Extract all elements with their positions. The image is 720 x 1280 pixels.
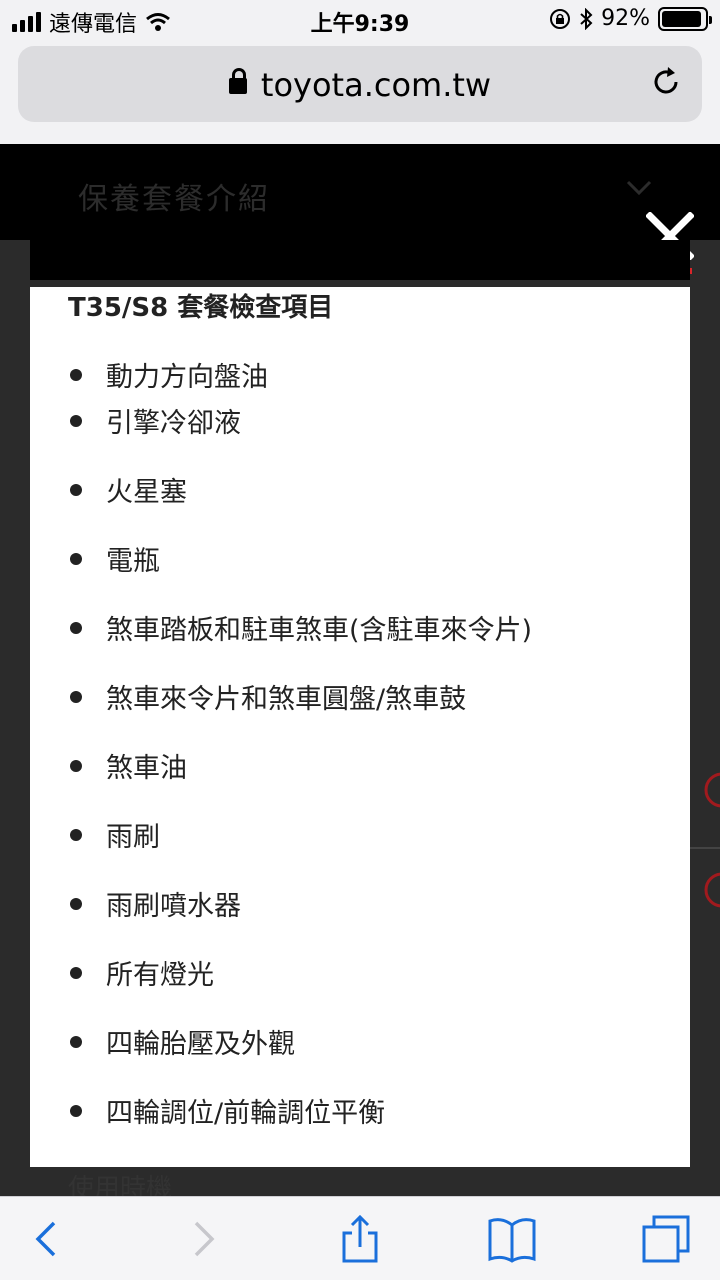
list-item: 煞車踏板和駐車煞車(含駐車來令片) [30, 608, 690, 648]
bullet-icon [70, 1036, 82, 1048]
list-item: 動力方向盤油 [30, 355, 690, 395]
rotation-lock-icon [550, 8, 571, 29]
list-item: 雨刷 [30, 815, 690, 855]
bluetooth-icon [580, 7, 593, 30]
bullet-icon [70, 622, 82, 634]
lock-icon [228, 68, 247, 94]
list-item: 四輪胎壓及外觀 [30, 1022, 690, 1062]
list-item: 煞車來令片和煞車圓盤/煞車鼓 [30, 677, 690, 717]
page-header: 保養套餐介紹 [0, 144, 720, 240]
tabs-icon[interactable] [640, 1213, 692, 1265]
bullet-icon [70, 415, 82, 427]
list-item: 電瓶 [30, 539, 690, 579]
list-item: 引擎冷卻液 [30, 401, 690, 441]
modal-top-bar [30, 240, 690, 280]
bullet-icon [70, 369, 82, 381]
url-display[interactable]: toyota.com.tw [18, 66, 702, 104]
url-text: toyota.com.tw [260, 66, 492, 104]
bullet-icon [70, 967, 82, 979]
modal-heading: T35/S8 套餐檢查項目 [68, 293, 334, 323]
bullet-icon [70, 829, 82, 841]
battery-percent: 92% [601, 6, 650, 31]
address-bar[interactable]: toyota.com.tw [18, 46, 702, 122]
bookmarks-icon[interactable] [486, 1213, 538, 1265]
bullet-icon [70, 1105, 82, 1117]
status-bar: 遠傳電信 上午9:39 92% [0, 0, 720, 40]
list-item: 雨刷噴水器 [30, 884, 690, 924]
list-item: 火星塞 [30, 470, 690, 510]
reload-icon[interactable] [648, 64, 684, 100]
share-icon[interactable] [334, 1213, 386, 1265]
section-title: 保養套餐介紹 [78, 182, 270, 217]
chevron-down-icon [626, 180, 652, 196]
bullet-icon [70, 691, 82, 703]
list-item: 四輪調位/前輪調位平衡 [30, 1091, 690, 1131]
list-item: 煞車油 [30, 746, 690, 786]
bullet-icon [70, 898, 82, 910]
browser-chrome: toyota.com.tw [0, 40, 720, 144]
browser-toolbar [0, 1196, 720, 1280]
forward-icon[interactable] [176, 1213, 228, 1265]
battery-icon [658, 6, 712, 31]
back-icon[interactable] [22, 1213, 74, 1265]
modal-dialog: T35/S8 套餐檢查項目 動力方向盤油 引擎冷卻液 火星塞 電瓶 煞車踏板和駐… [30, 287, 690, 1167]
status-right: 92% [549, 6, 712, 31]
list-item: 所有燈光 [30, 953, 690, 993]
bullet-icon [70, 553, 82, 565]
background-page-icons [690, 772, 720, 908]
bullet-icon [70, 484, 82, 496]
bullet-icon [70, 760, 82, 772]
